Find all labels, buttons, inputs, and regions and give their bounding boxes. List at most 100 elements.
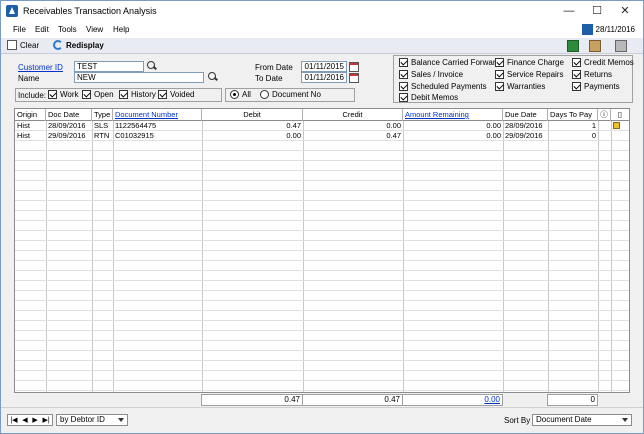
- from-date-field[interactable]: 01/11/2015: [301, 61, 347, 72]
- close-button[interactable]: ✕: [611, 3, 639, 19]
- excel-export-icon[interactable]: [567, 40, 579, 52]
- include-voided-checkbox[interactable]: Voided: [158, 90, 194, 99]
- empty-row[interactable]: [15, 341, 629, 351]
- empty-row[interactable]: [15, 151, 629, 161]
- empty-row[interactable]: [15, 211, 629, 221]
- calendar-icon[interactable]: [349, 73, 359, 83]
- empty-row[interactable]: [15, 291, 629, 301]
- from-date-label: From Date: [255, 63, 293, 72]
- col-origin[interactable]: Origin: [15, 109, 46, 121]
- include-work-checkbox[interactable]: Work: [48, 90, 79, 99]
- info-icon[interactable]: ⓘ: [598, 109, 611, 121]
- empty-row[interactable]: [15, 281, 629, 291]
- empty-row[interactable]: [15, 241, 629, 251]
- table-row[interactable]: Hist 28/09/2016 SLS 1122564475 0.47 0.00…: [15, 121, 629, 131]
- empty-row[interactable]: [15, 201, 629, 211]
- col-credit[interactable]: Credit: [303, 109, 403, 121]
- empty-row[interactable]: [15, 271, 629, 281]
- empty-row[interactable]: [15, 221, 629, 231]
- empty-row[interactable]: [15, 351, 629, 361]
- options-icon[interactable]: [589, 40, 601, 52]
- empty-row[interactable]: [15, 191, 629, 201]
- previous-record-icon[interactable]: ◀: [22, 416, 27, 424]
- clear-button[interactable]: Clear: [7, 40, 39, 50]
- filter-all-radio[interactable]: All: [230, 90, 251, 99]
- empty-row[interactable]: [15, 301, 629, 311]
- transactions-grid[interactable]: Origin Doc Date Type Document Number Deb…: [14, 108, 630, 393]
- name-lookup-icon[interactable]: [207, 72, 218, 83]
- empty-row[interactable]: [15, 311, 629, 321]
- cell-doc-number[interactable]: 1122564475: [113, 121, 202, 131]
- filter-document-no-radio[interactable]: Document No: [260, 90, 321, 99]
- col-debit[interactable]: Debit: [202, 109, 303, 121]
- user-date[interactable]: 28/11/2016: [596, 25, 635, 34]
- title-bar: Receivables Transaction Analysis — ☐ ✕: [1, 1, 643, 22]
- col-doc-date[interactable]: Doc Date: [46, 109, 92, 121]
- col-document-number[interactable]: Document Number: [113, 109, 202, 121]
- empty-row[interactable]: [15, 171, 629, 181]
- empty-row[interactable]: [15, 371, 629, 381]
- maximize-button[interactable]: ☐: [583, 3, 611, 19]
- empty-row[interactable]: [15, 161, 629, 171]
- user-date-icon[interactable]: [582, 24, 593, 35]
- menu-edit[interactable]: Edit: [35, 25, 49, 34]
- redisplay-button[interactable]: Redisplay: [53, 40, 104, 50]
- first-record-icon[interactable]: |◀: [10, 416, 17, 424]
- col-type[interactable]: Type: [92, 109, 113, 121]
- doc-type-debit-memos-checkbox[interactable]: Debit Memos: [399, 93, 458, 102]
- sort-by-select[interactable]: Document Date: [532, 414, 632, 426]
- print-icon[interactable]: [615, 40, 627, 52]
- col-amount-remaining[interactable]: Amount Remaining: [403, 109, 503, 121]
- empty-row[interactable]: [15, 181, 629, 191]
- minimize-button[interactable]: —: [555, 3, 583, 19]
- note-attached-icon[interactable]: [611, 121, 629, 131]
- note-icon[interactable]: ▯: [611, 109, 629, 121]
- col-due-date[interactable]: Due Date: [503, 109, 548, 121]
- cell-debit: 0.00: [286, 131, 301, 140]
- menu-file[interactable]: File: [13, 25, 26, 34]
- checkbox-icon: [495, 58, 504, 67]
- to-date-field[interactable]: 01/11/2016: [301, 72, 347, 83]
- doc-type-credit-memos-checkbox[interactable]: Credit Memos: [572, 58, 634, 67]
- empty-row[interactable]: [15, 251, 629, 261]
- doc-type-balance-carried-forward-checkbox[interactable]: Balance Carried Forward: [399, 58, 500, 67]
- doc-type-payments-checkbox[interactable]: Payments: [572, 82, 620, 91]
- doc-type-service-repairs-checkbox[interactable]: Service Repairs: [495, 70, 563, 79]
- table-row[interactable]: Hist 29/09/2016 RTN C01032915 0.00 0.47 …: [15, 131, 629, 141]
- col-days-to-pay[interactable]: Days To Pay: [548, 109, 598, 121]
- menu-help[interactable]: Help: [113, 25, 129, 34]
- empty-row[interactable]: [15, 261, 629, 271]
- name-field[interactable]: NEW: [74, 72, 204, 83]
- doc-type-returns-checkbox[interactable]: Returns: [572, 70, 612, 79]
- customer-id-label[interactable]: Customer ID: [18, 63, 63, 72]
- include-open-checkbox[interactable]: Open: [82, 90, 114, 99]
- checkbox-label: Finance Charge: [507, 58, 564, 67]
- menu-view[interactable]: View: [86, 25, 103, 34]
- doc-type-warranties-checkbox[interactable]: Warranties: [495, 82, 545, 91]
- doc-type-sales-invoice-checkbox[interactable]: Sales / Invoice: [399, 70, 463, 79]
- menu-tools[interactable]: Tools: [58, 25, 77, 34]
- include-history-checkbox[interactable]: History: [119, 90, 156, 99]
- empty-row[interactable]: [15, 231, 629, 241]
- empty-row[interactable]: [15, 331, 629, 341]
- customer-lookup-icon[interactable]: [146, 61, 157, 72]
- doc-type-scheduled-payments-checkbox[interactable]: Scheduled Payments: [399, 82, 487, 91]
- name-label: Name: [18, 74, 40, 83]
- empty-row[interactable]: [15, 141, 629, 151]
- last-record-icon[interactable]: ▶|: [42, 416, 49, 424]
- total-amount-remaining[interactable]: 0.00: [402, 394, 503, 406]
- empty-row[interactable]: [15, 361, 629, 371]
- cell-credit: 0.47: [386, 131, 401, 140]
- cell-doc-number[interactable]: C01032915: [113, 131, 202, 141]
- doc-type-finance-charge-checkbox[interactable]: Finance Charge: [495, 58, 564, 67]
- browse-by-select[interactable]: by Debtor ID: [56, 414, 128, 426]
- checkbox-icon: [119, 90, 128, 99]
- empty-row[interactable]: [15, 321, 629, 331]
- customer-id-field[interactable]: TEST: [74, 61, 144, 72]
- calendar-icon[interactable]: [349, 62, 359, 72]
- browse-by-value: by Debtor ID: [60, 415, 105, 424]
- empty-row[interactable]: [15, 381, 629, 391]
- next-record-icon[interactable]: ▶: [32, 416, 37, 424]
- to-date-label: To Date: [255, 74, 283, 83]
- bottom-bar: |◀ ◀ ▶ ▶| by Debtor ID Sort By Document …: [1, 407, 643, 433]
